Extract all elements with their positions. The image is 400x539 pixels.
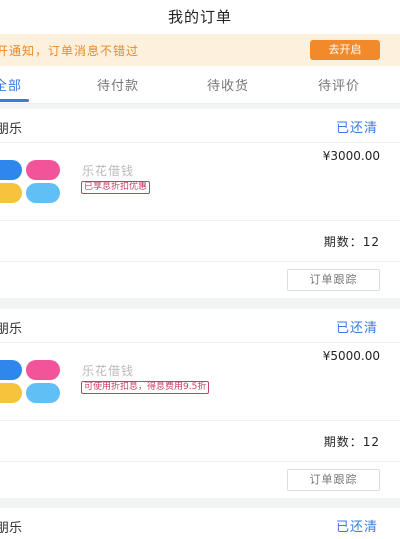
divider xyxy=(0,420,400,421)
order-status: 已还清 xyxy=(335,121,378,136)
order-card-header: 朋乐 已还清 xyxy=(0,109,400,143)
divider xyxy=(0,461,400,462)
order-card-header: 朋乐 已还清 xyxy=(0,508,400,539)
order-track-button[interactable]: 订单跟踪 xyxy=(287,269,380,291)
order-status: 已还清 xyxy=(335,321,378,336)
active-tab-indicator xyxy=(0,99,29,102)
installment-periods: 期数：12 xyxy=(324,433,380,450)
notification-banner: 开通知，订单消息不错过 去开启 xyxy=(0,34,400,66)
product-logo-icon xyxy=(0,160,60,204)
divider xyxy=(0,261,400,262)
order-price: ¥3000.00 xyxy=(322,149,380,163)
order-tabs: 全部 待付款 待收货 待评价 xyxy=(0,66,400,104)
order-card-header: 朋乐 已还清 xyxy=(0,309,400,343)
product-logo-icon xyxy=(0,360,60,404)
shop-name: 朋乐 xyxy=(0,521,23,536)
page-title: 我的订单 xyxy=(167,8,232,26)
product-name: 乐花借钱 xyxy=(82,164,135,178)
tab-pending-payment[interactable]: 待付款 xyxy=(97,75,139,94)
divider xyxy=(0,220,400,221)
tab-pending-receipt[interactable]: 待收货 xyxy=(207,75,249,94)
order-card[interactable]: 朋乐 已还清 乐花借钱 已享息折扣优惠 ¥3000.00 期数：12 订单跟踪 xyxy=(0,109,400,298)
shop-name: 朋乐 xyxy=(0,322,23,337)
notification-text: 开通知，订单消息不错过 xyxy=(0,44,140,58)
periods-value: 12 xyxy=(362,435,380,449)
periods-label: 期数： xyxy=(323,435,363,449)
order-price: ¥5000.00 xyxy=(322,349,380,363)
enable-notification-button[interactable]: 去开启 xyxy=(310,40,380,60)
tab-all[interactable]: 全部 xyxy=(0,75,22,94)
periods-label: 期数： xyxy=(323,235,363,249)
discount-tag: 可使用折扣息，得息费用9.5折 xyxy=(81,381,210,394)
order-track-button[interactable]: 订单跟踪 xyxy=(287,469,380,491)
order-card[interactable]: 朋乐 已还清 xyxy=(0,508,400,539)
tab-pending-review[interactable]: 待评价 xyxy=(318,75,360,94)
shop-name: 朋乐 xyxy=(0,122,23,137)
order-status: 已还清 xyxy=(335,520,378,535)
discount-tag: 已享息折扣优惠 xyxy=(81,181,151,194)
installment-periods: 期数：12 xyxy=(324,233,380,250)
product-name: 乐花借钱 xyxy=(82,364,135,378)
title-bar: 我的订单 xyxy=(0,0,400,34)
periods-value: 12 xyxy=(362,235,380,249)
order-card[interactable]: 朋乐 已还清 乐花借钱 可使用折扣息，得息费用9.5折 ¥5000.00 期数：… xyxy=(0,309,400,498)
